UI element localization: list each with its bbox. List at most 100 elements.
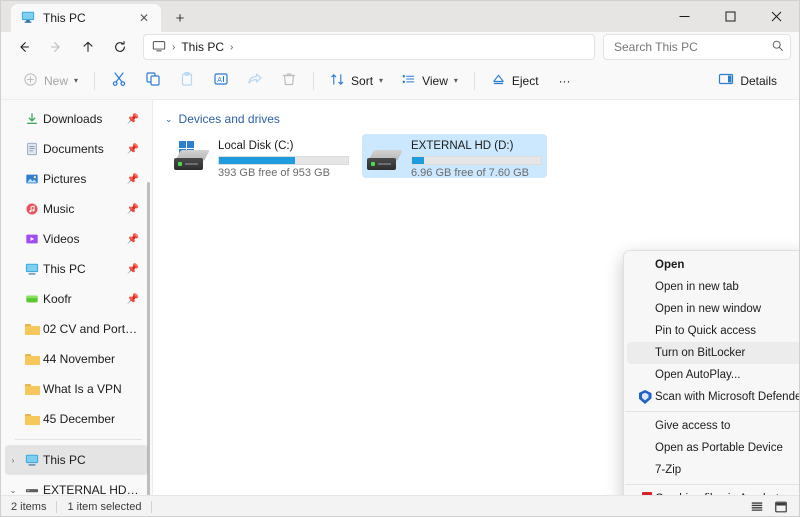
context-menu[interactable]: Open Open in new tab Open in new window …: [623, 250, 799, 495]
music-icon: [21, 202, 43, 216]
pin-icon[interactable]: 📌: [126, 234, 140, 245]
windows-drive-icon: [174, 138, 210, 174]
details-pane-icon: [718, 71, 734, 90]
menu-item-pin-to-quick-access[interactable]: Pin to Quick access: [627, 320, 799, 342]
group-header-devices-and-drives[interactable]: ⌄ Devices and drives: [153, 100, 799, 132]
sidebar-tree-external-hd[interactable]: ⌄ EXTERNAL HD (D:): [5, 475, 148, 495]
status-bar: 2 items 1 item selected: [1, 495, 799, 516]
menu-item-open-as-portable-device[interactable]: Open as Portable Device: [627, 437, 799, 459]
details-view-icon[interactable]: [749, 499, 765, 515]
drive-name: Local Disk (C:): [218, 140, 294, 152]
navigation-pane[interactable]: Downloads 📌 Documents 📌 Pictures 📌 Music…: [1, 100, 153, 495]
folder-icon: [21, 383, 43, 395]
back-arrow-icon[interactable]: [9, 34, 39, 60]
search-icon[interactable]: [771, 39, 784, 55]
sidebar-item-documents[interactable]: Documents 📌: [5, 134, 148, 164]
pin-icon[interactable]: 📌: [126, 294, 140, 305]
chevron-down-icon: ▾: [453, 76, 458, 85]
group-header-label: Devices and drives: [178, 112, 280, 126]
view-button[interactable]: View ▾: [393, 67, 466, 95]
share-icon: [247, 71, 263, 90]
tab-this-pc[interactable]: This PC ✕: [11, 4, 161, 32]
menu-item-label: Scan with Microsoft Defender...: [655, 391, 799, 403]
maximize-icon[interactable]: [707, 1, 753, 32]
drive-icon: [21, 485, 43, 495]
new-button-label: New: [44, 73, 69, 88]
sidebar-item-label: Downloads: [43, 112, 103, 126]
sidebar-item-videos[interactable]: Videos 📌: [5, 224, 148, 254]
eject-button[interactable]: Eject: [483, 67, 547, 95]
pin-icon[interactable]: 📌: [126, 204, 140, 215]
close-icon[interactable]: [753, 1, 799, 32]
sidebar-item-label: Pictures: [43, 172, 87, 186]
new-tab-button[interactable]: +: [165, 4, 195, 32]
minimize-icon[interactable]: [661, 1, 707, 32]
sidebar-item-label: 45 December: [43, 412, 116, 426]
more-options-button[interactable]: ···: [549, 67, 581, 95]
menu-item-turn-on-bitlocker[interactable]: Turn on BitLocker: [627, 342, 799, 364]
menu-item-give-access-to[interactable]: Give access to ›: [627, 415, 799, 437]
menu-item-label: Turn on BitLocker: [655, 347, 746, 359]
downloads-icon: [21, 112, 43, 126]
breadcrumb[interactable]: › This PC ›: [143, 34, 595, 60]
status-divider-2: [151, 501, 153, 513]
pin-icon[interactable]: 📌: [126, 144, 140, 155]
drive-tile-external-hd-d[interactable]: EXTERNAL HD (D:) 6.96 GB free of 7.60 GB: [362, 134, 547, 179]
menu-item-scan-with-microsoft-defender[interactable]: Scan with Microsoft Defender...: [627, 386, 799, 408]
acrobat-icon: [635, 492, 655, 495]
refresh-icon[interactable]: [105, 34, 135, 60]
chevron-down-icon[interactable]: ⌄: [165, 114, 173, 125]
videos-icon: [21, 232, 43, 246]
menu-item-label: Give access to: [655, 420, 731, 432]
menu-item-open-in-new-window[interactable]: Open in new window: [627, 298, 799, 320]
copy-button[interactable]: [137, 67, 169, 95]
chevron-right-icon[interactable]: ›: [5, 456, 21, 465]
menu-item-open[interactable]: Open: [627, 254, 799, 276]
menu-divider: [625, 411, 799, 412]
cut-button[interactable]: [103, 67, 135, 95]
breadcrumb-chevron-icon[interactable]: ›: [230, 42, 233, 53]
menu-item-open-in-new-tab[interactable]: Open in new tab: [627, 276, 799, 298]
sidebar-scrollbar[interactable]: [147, 182, 150, 495]
details-pane-button[interactable]: Details: [710, 67, 785, 95]
sidebar-item-what-is-a-vpn[interactable]: What Is a VPN: [5, 374, 148, 404]
eject-icon: [491, 72, 506, 90]
sidebar-item-koofr[interactable]: Koofr 📌: [5, 284, 148, 314]
pin-icon[interactable]: 📌: [126, 114, 140, 125]
sidebar-item-45-december[interactable]: 45 December: [5, 404, 148, 434]
drive-usage-bar: [411, 156, 542, 165]
drive-tile-local-disk-c[interactable]: Local Disk (C:) 393 GB free of 953 GB: [169, 134, 354, 179]
sidebar-tree-this-pc[interactable]: › This PC: [5, 445, 148, 475]
content-pane[interactable]: ⌄ Devices and drives Local Disk (C:) 393…: [153, 100, 799, 495]
chevron-down-icon: ▾: [74, 76, 79, 85]
pin-icon[interactable]: 📌: [126, 174, 140, 185]
menu-item-open-autoplay[interactable]: Open AutoPlay...: [627, 364, 799, 386]
tab-title: This PC: [43, 11, 86, 25]
search-box[interactable]: [603, 34, 791, 60]
menu-item-combine-files-in-acrobat[interactable]: Combine files in Acrobat...: [627, 488, 799, 495]
chevron-down-icon[interactable]: ⌄: [5, 486, 21, 495]
sidebar-item-label: Videos: [43, 232, 80, 246]
sidebar-item-pictures[interactable]: Pictures 📌: [5, 164, 148, 194]
forward-arrow-icon: [41, 34, 71, 60]
folder-icon: [21, 413, 43, 425]
close-tab-icon[interactable]: ✕: [135, 9, 153, 27]
search-input[interactable]: [612, 39, 771, 55]
pin-icon[interactable]: 📌: [126, 264, 140, 275]
drive-usage-bar: [218, 156, 349, 165]
sidebar-item-this-pc[interactable]: This PC 📌: [5, 254, 148, 284]
breadcrumb-item-this-pc[interactable]: This PC: [181, 40, 224, 54]
sidebar-item-music[interactable]: Music 📌: [5, 194, 148, 224]
rename-button[interactable]: A: [205, 67, 237, 95]
sidebar-item-downloads[interactable]: Downloads 📌: [5, 104, 148, 134]
sort-button[interactable]: Sort ▾: [322, 67, 391, 95]
toolbar-divider-2: [313, 71, 315, 90]
sidebar-item-02-cv-and-portfolio[interactable]: 02 CV and Portfolio: [5, 314, 148, 344]
sidebar-item-44-november[interactable]: 44 November: [5, 344, 148, 374]
up-arrow-icon[interactable]: [73, 34, 103, 60]
large-icons-view-icon[interactable]: [773, 499, 789, 515]
menu-item-7-zip[interactable]: 7-Zip ›: [627, 459, 799, 481]
monitor-icon: [21, 453, 43, 467]
new-button[interactable]: New ▾: [15, 67, 86, 95]
drive-usage-text: 393 GB free of 953 GB: [218, 167, 330, 179]
